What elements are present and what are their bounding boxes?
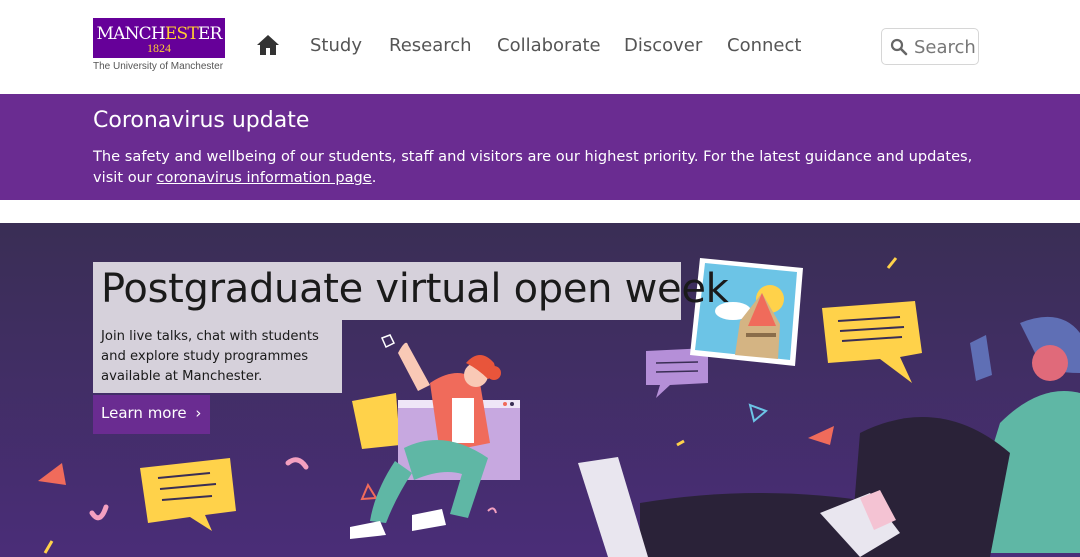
nav-research[interactable]: Research [389, 35, 472, 56]
nav-collaborate[interactable]: Collaborate [497, 35, 601, 56]
logo-year: 1824 [147, 41, 171, 55]
logo-subtitle: The University of Manchester [93, 61, 224, 72]
learn-more-button[interactable]: Learn more › [93, 395, 210, 434]
university-logo[interactable]: MANCHESTER 1824 The University of Manche… [93, 18, 227, 76]
spacer [0, 200, 1080, 223]
search-button[interactable]: Search [881, 28, 979, 65]
logo-crest: MANCHESTER 1824 [93, 18, 225, 58]
coronavirus-text-after: . [371, 169, 377, 186]
hero-banner: Postgraduate virtual open week Join live… [0, 223, 1080, 557]
coronavirus-title: Coronavirus update [93, 108, 310, 133]
learn-more-label: Learn more [101, 404, 187, 422]
search-icon [890, 38, 908, 56]
coronavirus-text: The safety and wellbeing of our students… [93, 146, 993, 188]
home-icon[interactable] [256, 33, 280, 57]
chevron-right-icon: › [195, 404, 202, 422]
nav-discover[interactable]: Discover [624, 35, 702, 56]
coronavirus-banner: Coronavirus update The safety and wellbe… [0, 94, 1080, 200]
nav-connect[interactable]: Connect [727, 35, 801, 56]
search-label: Search [914, 37, 976, 58]
nav-study[interactable]: Study [310, 35, 362, 56]
site-header: MANCHESTER 1824 The University of Manche… [0, 0, 1080, 94]
hero-description: Join live talks, chat with students and … [101, 329, 319, 384]
coronavirus-info-link[interactable]: coronavirus information page [157, 169, 372, 186]
hero-title: Postgraduate virtual open week [101, 266, 729, 312]
